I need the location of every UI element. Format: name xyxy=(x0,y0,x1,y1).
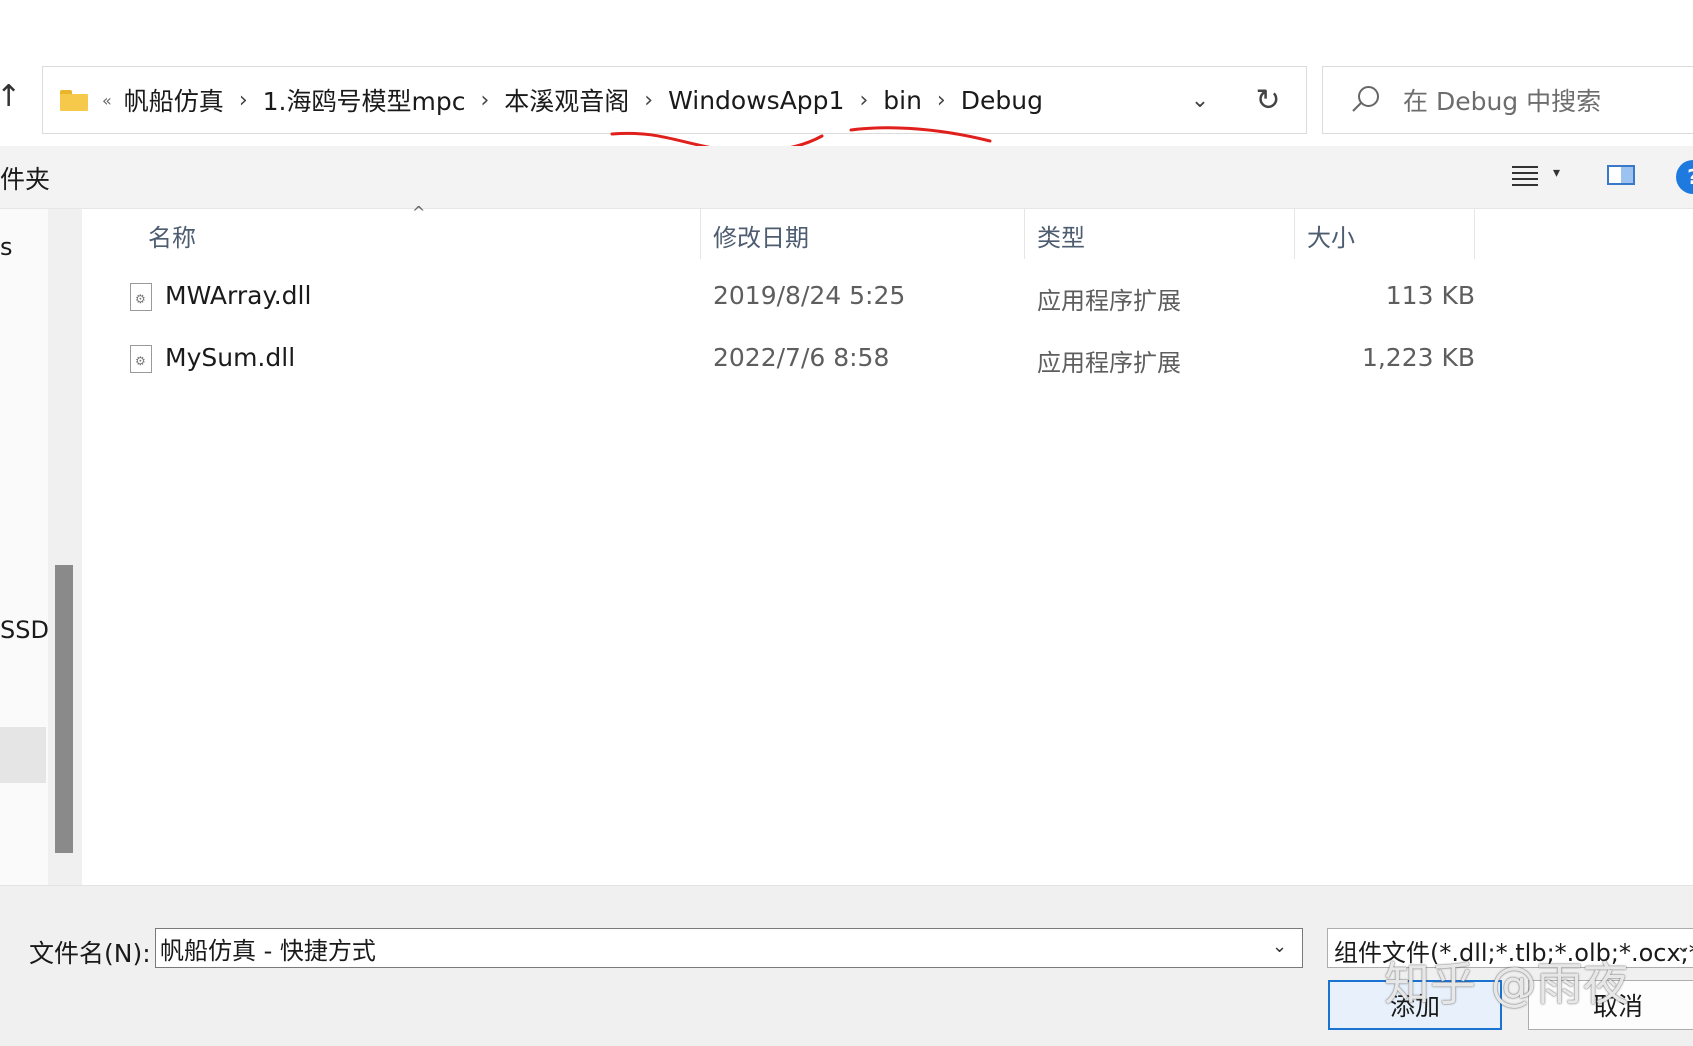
chevron-down-icon[interactable]: ⌄ xyxy=(1676,936,1691,957)
file-size: 1,223 KB xyxy=(1361,343,1475,372)
search-input[interactable]: 在 Debug 中搜索 xyxy=(1322,66,1693,134)
column-header-date[interactable]: 修改日期 xyxy=(713,218,809,253)
file-date: 2022/7/6 8:58 xyxy=(713,343,890,372)
file-row[interactable]: ⚙ MWArray.dll 2019/8/24 5:25 应用程序扩展 113 … xyxy=(125,273,1475,327)
preview-pane-icon[interactable] xyxy=(1607,165,1635,185)
chevron-right-icon[interactable]: › xyxy=(644,88,653,113)
column-divider[interactable] xyxy=(700,209,701,259)
column-divider[interactable] xyxy=(1294,209,1295,259)
file-size: 113 KB xyxy=(1385,281,1475,310)
filename-input[interactable] xyxy=(155,928,1303,968)
scrollbar-thumb[interactable] xyxy=(55,565,73,853)
search-icon xyxy=(1351,86,1379,114)
chevron-down-icon[interactable]: ▾ xyxy=(1553,165,1560,181)
address-bar[interactable]: « 帆船仿真 › 1.海鸥号模型mpc › 本溪观音阁 › WindowsApp… xyxy=(42,66,1307,134)
file-name: MySum.dll xyxy=(165,343,296,372)
breadcrumb-item[interactable]: 帆船仿真 xyxy=(124,82,224,118)
chevron-down-icon[interactable]: ⌄ xyxy=(1180,88,1220,113)
file-row[interactable]: ⚙ MySum.dll 2022/7/6 8:58 应用程序扩展 1,223 K… xyxy=(125,335,1475,389)
chevron-down-icon[interactable]: ⌄ xyxy=(1272,936,1287,957)
dll-file-icon: ⚙ xyxy=(130,283,152,311)
file-type: 应用程序扩展 xyxy=(1037,349,1181,377)
nav-item-selected[interactable] xyxy=(0,727,46,783)
sort-ascending-icon: ^ xyxy=(412,203,426,222)
chevron-right-icon[interactable]: › xyxy=(859,88,868,113)
dll-file-icon: ⚙ xyxy=(130,345,152,373)
column-header-size[interactable]: 大小 xyxy=(1307,218,1355,253)
nav-item-drive[interactable]: SSD xyxy=(0,616,49,644)
column-divider[interactable] xyxy=(1474,209,1475,259)
breadcrumb-overflow-icon[interactable]: « xyxy=(102,91,112,110)
new-folder-button[interactable]: 件夹 xyxy=(0,160,50,196)
nav-item[interactable]: s xyxy=(0,233,13,261)
column-divider[interactable] xyxy=(1024,209,1025,259)
chevron-right-icon[interactable]: › xyxy=(937,88,946,113)
breadcrumb-item[interactable]: WindowsApp1 xyxy=(668,86,844,115)
chevron-right-icon[interactable]: › xyxy=(239,88,248,113)
chevron-right-icon[interactable]: › xyxy=(480,88,489,113)
column-header-name[interactable]: 名称 xyxy=(148,218,196,253)
list-view-icon[interactable] xyxy=(1512,166,1538,186)
navigation-pane xyxy=(0,209,48,885)
breadcrumb-item[interactable]: Debug xyxy=(961,86,1043,115)
refresh-icon[interactable]: ↻ xyxy=(1248,83,1288,118)
filename-label: 文件名(N): xyxy=(29,939,151,968)
file-type: 应用程序扩展 xyxy=(1037,287,1181,315)
up-arrow-icon[interactable]: ↑ xyxy=(0,82,21,112)
command-toolbar xyxy=(0,146,1693,209)
watermark-text: 知乎 @雨夜 xyxy=(1384,957,1629,1011)
breadcrumb-item[interactable]: 1.海鸥号模型mpc xyxy=(263,82,466,118)
file-name: MWArray.dll xyxy=(165,281,312,310)
file-date: 2019/8/24 5:25 xyxy=(713,281,906,310)
breadcrumb-item[interactable]: 本溪观音阁 xyxy=(504,82,629,118)
breadcrumb-item[interactable]: bin xyxy=(883,86,922,115)
column-header-type[interactable]: 类型 xyxy=(1037,218,1085,253)
search-placeholder: 在 Debug 中搜索 xyxy=(1403,87,1602,116)
folder-icon xyxy=(60,90,88,111)
